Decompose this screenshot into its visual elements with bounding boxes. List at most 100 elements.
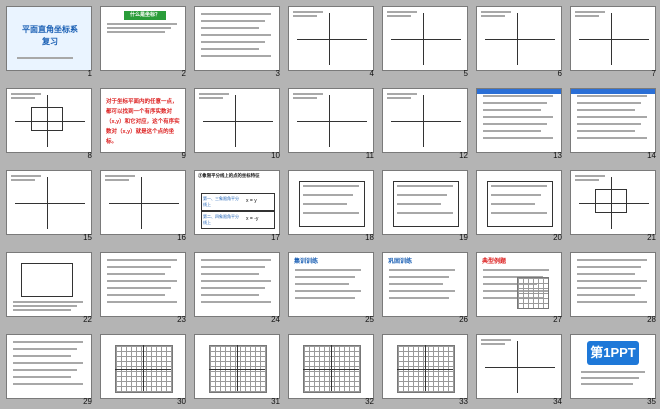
slide-number: 14 — [647, 151, 656, 160]
slide-number: 33 — [459, 397, 468, 406]
text-line — [483, 109, 541, 111]
text-line — [577, 109, 635, 111]
slide-number: 6 — [557, 69, 562, 78]
slide-thumbnail[interactable]: 23 — [96, 248, 190, 326]
slide-preview — [100, 252, 186, 317]
text-line — [397, 212, 453, 214]
slide-thumbnail[interactable]: 24 — [190, 248, 284, 326]
row-label: 第一、三象限角平分线上 — [203, 196, 239, 207]
text-line — [577, 130, 635, 132]
slide-thumbnail[interactable]: 什么是坐标？ 2 — [96, 2, 190, 80]
slide-number: 32 — [365, 397, 374, 406]
text-line — [577, 102, 641, 104]
slide-thumbnail[interactable]: 集训训练 25 — [284, 248, 378, 326]
text-line — [11, 97, 35, 99]
slide-thumbnail[interactable]: 21 — [566, 166, 660, 244]
text-line — [11, 93, 41, 95]
text-line — [107, 287, 171, 289]
text-line — [201, 294, 259, 296]
text-line — [201, 266, 265, 268]
text-line — [387, 97, 411, 99]
slide-number: 2 — [181, 69, 186, 78]
slide-preview: 巩固训练 — [382, 252, 468, 317]
text-line — [577, 301, 647, 303]
slide-number: 18 — [365, 233, 374, 242]
slide-thumbnail[interactable]: 33 — [378, 330, 472, 408]
slide-preview — [382, 6, 468, 71]
text-line — [107, 31, 165, 33]
slide-preview: 什么是坐标？ — [100, 6, 186, 71]
slide-thumbnail[interactable]: 10 — [190, 84, 284, 162]
slide-preview — [100, 170, 186, 235]
text-line — [483, 137, 553, 139]
slide-thumbnail[interactable]: 31 — [190, 330, 284, 408]
slide-thumbnail[interactable]: 第1PPT 35 — [566, 330, 660, 408]
slide-thumbnail[interactable]: 7 — [566, 2, 660, 80]
text-line — [201, 301, 271, 303]
text-line — [491, 185, 547, 187]
text-line — [575, 179, 599, 181]
slide-thumbnail[interactable]: 平面直角坐标系 复习 1 — [2, 2, 96, 80]
slide-thumbnail[interactable]: 5 — [378, 2, 472, 80]
y-axis — [329, 95, 330, 147]
slide-thumbnail[interactable]: 34 — [472, 330, 566, 408]
slide-thumbnail[interactable]: 13 — [472, 84, 566, 162]
text-line — [481, 11, 511, 13]
row-value: x = y — [246, 198, 257, 204]
text-line — [387, 11, 417, 13]
rectangle-shape — [595, 189, 627, 213]
y-axis — [423, 95, 424, 147]
slide-thumbnail[interactable]: 32 — [284, 330, 378, 408]
slide-preview — [476, 170, 562, 235]
slide-thumbnail[interactable]: 30 — [96, 330, 190, 408]
rectangle-shape — [21, 263, 73, 297]
slide-thumbnail[interactable]: 14 — [566, 84, 660, 162]
slide-thumbnail[interactable]: 4 — [284, 2, 378, 80]
text-line — [201, 34, 271, 36]
slide-number: 35 — [647, 397, 656, 406]
slide-preview — [288, 170, 374, 235]
slide-thumbnail[interactable]: 6 — [472, 2, 566, 80]
slide-heading: 巩固训练 — [388, 259, 413, 265]
text-line — [201, 55, 271, 57]
site-logo: 第1PPT — [587, 341, 639, 365]
slide-thumbnail[interactable]: 29 — [2, 330, 96, 408]
slide-thumbnail[interactable]: 对于坐标平面内的任意一点，都可以找到一个有序实数对（x,y）和它对应，这个有序实… — [96, 84, 190, 162]
slide-preview — [288, 334, 374, 399]
slide-thumbnail[interactable]: 15 — [2, 166, 96, 244]
text-line — [201, 280, 271, 282]
slide-preview — [100, 334, 186, 399]
text-line — [581, 371, 645, 373]
slide-thumbnail[interactable]: ③象限平分线上的点的坐标特征 第一、三象限角平分线上 x = y 第二、四象限角平分线… — [190, 166, 284, 244]
slide-preview: 对于坐标平面内的任意一点，都可以找到一个有序实数对（x,y）和它对应，这个有序实… — [100, 88, 186, 153]
slide-thumbnail[interactable]: 20 — [472, 166, 566, 244]
slide-preview — [570, 170, 656, 235]
slide-thumbnail[interactable]: 12 — [378, 84, 472, 162]
slide-number: 34 — [553, 397, 562, 406]
text-line — [105, 179, 129, 181]
text-line — [201, 287, 265, 289]
text-line — [577, 266, 641, 268]
slide-thumbnail[interactable]: 11 — [284, 84, 378, 162]
slide-preview — [570, 88, 656, 153]
slide-preview — [6, 252, 92, 317]
text-line — [303, 194, 353, 196]
slide-thumbnail[interactable]: 16 — [96, 166, 190, 244]
slide-number: 11 — [365, 151, 374, 160]
y-axis — [143, 345, 144, 391]
slide-thumbnail[interactable]: 典型例题 27 — [472, 248, 566, 326]
slide-thumbnail[interactable]: 18 — [284, 166, 378, 244]
slide-number: 28 — [647, 315, 656, 324]
text-line — [389, 276, 449, 278]
text-line — [389, 290, 455, 292]
text-line — [303, 203, 347, 205]
slide-thumbnail[interactable]: 8 — [2, 84, 96, 162]
slide-preview — [288, 88, 374, 153]
slide-thumbnail[interactable]: 28 — [566, 248, 660, 326]
slide-thumbnail[interactable]: 19 — [378, 166, 472, 244]
slide-thumbnail[interactable]: 巩固训练 26 — [378, 248, 472, 326]
slide-thumbnail[interactable]: 3 — [190, 2, 284, 80]
text-line — [481, 15, 505, 17]
slide-thumbnail[interactable]: 22 — [2, 248, 96, 326]
text-line — [303, 212, 359, 214]
